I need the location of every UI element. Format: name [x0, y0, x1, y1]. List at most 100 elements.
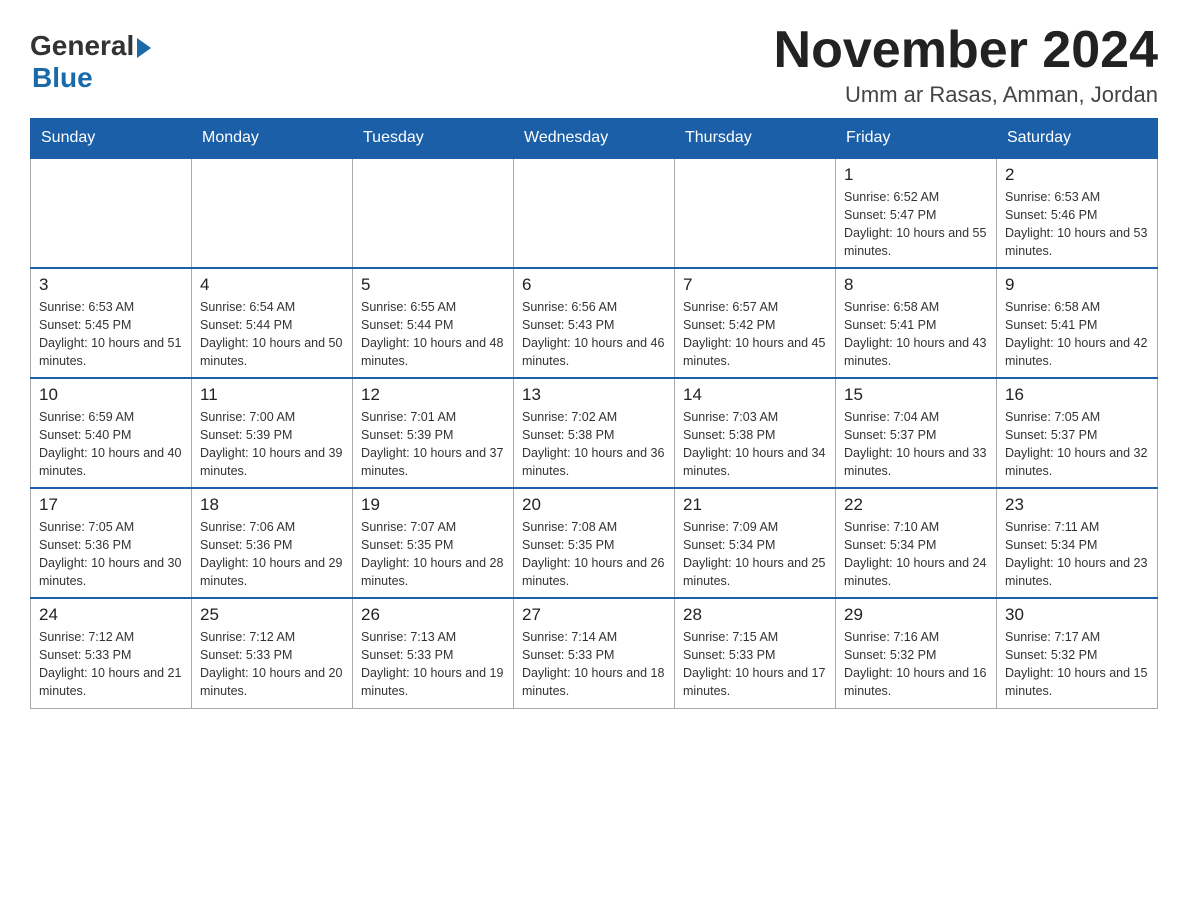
day-number: 25	[200, 605, 344, 625]
day-number: 21	[683, 495, 827, 515]
location-title: Umm ar Rasas, Amman, Jordan	[774, 82, 1158, 108]
day-number: 15	[844, 385, 988, 405]
day-number: 23	[1005, 495, 1149, 515]
day-info: Sunrise: 7:15 AMSunset: 5:33 PMDaylight:…	[683, 628, 827, 701]
calendar-cell: 16 Sunrise: 7:05 AMSunset: 5:37 PMDayligh…	[997, 378, 1158, 488]
day-number: 28	[683, 605, 827, 625]
day-info: Sunrise: 6:58 AMSunset: 5:41 PMDaylight:…	[1005, 298, 1149, 371]
day-number: 12	[361, 385, 505, 405]
day-number: 6	[522, 275, 666, 295]
day-number: 5	[361, 275, 505, 295]
calendar-cell: 18 Sunrise: 7:06 AMSunset: 5:36 PMDayligh…	[192, 488, 353, 598]
day-info: Sunrise: 7:06 AMSunset: 5:36 PMDaylight:…	[200, 518, 344, 591]
calendar-cell: 15 Sunrise: 7:04 AMSunset: 5:37 PMDayligh…	[836, 378, 997, 488]
calendar-cell	[31, 158, 192, 268]
month-title: November 2024	[774, 20, 1158, 80]
day-number: 11	[200, 385, 344, 405]
day-number: 7	[683, 275, 827, 295]
day-info: Sunrise: 7:16 AMSunset: 5:32 PMDaylight:…	[844, 628, 988, 701]
day-number: 9	[1005, 275, 1149, 295]
day-info: Sunrise: 7:03 AMSunset: 5:38 PMDaylight:…	[683, 408, 827, 481]
day-info: Sunrise: 6:56 AMSunset: 5:43 PMDaylight:…	[522, 298, 666, 371]
calendar-cell: 23 Sunrise: 7:11 AMSunset: 5:34 PMDayligh…	[997, 488, 1158, 598]
day-info: Sunrise: 6:54 AMSunset: 5:44 PMDaylight:…	[200, 298, 344, 371]
calendar-cell: 5 Sunrise: 6:55 AMSunset: 5:44 PMDaylight…	[353, 268, 514, 378]
calendar-cell: 21 Sunrise: 7:09 AMSunset: 5:34 PMDayligh…	[675, 488, 836, 598]
weekday-header: Sunday	[31, 119, 192, 159]
day-number: 22	[844, 495, 988, 515]
day-number: 24	[39, 605, 183, 625]
calendar-cell: 7 Sunrise: 6:57 AMSunset: 5:42 PMDaylight…	[675, 268, 836, 378]
calendar-cell	[353, 158, 514, 268]
calendar-cell: 3 Sunrise: 6:53 AMSunset: 5:45 PMDaylight…	[31, 268, 192, 378]
calendar-cell: 9 Sunrise: 6:58 AMSunset: 5:41 PMDaylight…	[997, 268, 1158, 378]
day-info: Sunrise: 7:12 AMSunset: 5:33 PMDaylight:…	[39, 628, 183, 701]
day-number: 8	[844, 275, 988, 295]
day-info: Sunrise: 6:59 AMSunset: 5:40 PMDaylight:…	[39, 408, 183, 481]
logo: General Blue	[30, 30, 151, 94]
day-number: 27	[522, 605, 666, 625]
calendar-week-row: 10 Sunrise: 6:59 AMSunset: 5:40 PMDayligh…	[31, 378, 1158, 488]
calendar-cell: 14 Sunrise: 7:03 AMSunset: 5:38 PMDayligh…	[675, 378, 836, 488]
calendar-week-row: 17Sunrise: 7:05 AMSunset: 5:36 PMDayligh…	[31, 488, 1158, 598]
day-number: 18	[200, 495, 344, 515]
day-number: 29	[844, 605, 988, 625]
calendar-week-row: 24 Sunrise: 7:12 AMSunset: 5:33 PMDayligh…	[31, 598, 1158, 708]
day-number: 26	[361, 605, 505, 625]
calendar-cell: 26 Sunrise: 7:13 AMSunset: 5:33 PMDayligh…	[353, 598, 514, 708]
day-info: Sunrise: 6:53 AMSunset: 5:45 PMDaylight:…	[39, 298, 183, 371]
calendar-cell: 19Sunrise: 7:07 AMSunset: 5:35 PMDayligh…	[353, 488, 514, 598]
calendar-cell	[675, 158, 836, 268]
day-info: Sunrise: 7:07 AMSunset: 5:35 PMDaylight:…	[361, 518, 505, 591]
weekday-header: Saturday	[997, 119, 1158, 159]
day-info: Sunrise: 7:05 AMSunset: 5:37 PMDaylight:…	[1005, 408, 1149, 481]
day-info: Sunrise: 7:13 AMSunset: 5:33 PMDaylight:…	[361, 628, 505, 701]
calendar-cell: 2 Sunrise: 6:53 AMSunset: 5:46 PMDaylight…	[997, 158, 1158, 268]
day-info: Sunrise: 7:12 AMSunset: 5:33 PMDaylight:…	[200, 628, 344, 701]
calendar-cell: 22Sunrise: 7:10 AMSunset: 5:34 PMDayligh…	[836, 488, 997, 598]
calendar-cell: 4 Sunrise: 6:54 AMSunset: 5:44 PMDaylight…	[192, 268, 353, 378]
logo-blue-text: Blue	[32, 62, 93, 94]
day-number: 16	[1005, 385, 1149, 405]
day-info: Sunrise: 7:04 AMSunset: 5:37 PMDaylight:…	[844, 408, 988, 481]
day-info: Sunrise: 7:17 AMSunset: 5:32 PMDaylight:…	[1005, 628, 1149, 701]
calendar-cell: 8 Sunrise: 6:58 AMSunset: 5:41 PMDaylight…	[836, 268, 997, 378]
calendar-cell: 29 Sunrise: 7:16 AMSunset: 5:32 PMDayligh…	[836, 598, 997, 708]
day-info: Sunrise: 6:57 AMSunset: 5:42 PMDaylight:…	[683, 298, 827, 371]
day-number: 30	[1005, 605, 1149, 625]
calendar-week-row: 1Sunrise: 6:52 AMSunset: 5:47 PMDaylight…	[31, 158, 1158, 268]
calendar-cell: 30 Sunrise: 7:17 AMSunset: 5:32 PMDayligh…	[997, 598, 1158, 708]
day-number: 3	[39, 275, 183, 295]
day-number: 20	[522, 495, 666, 515]
day-info: Sunrise: 7:05 AMSunset: 5:36 PMDaylight:…	[39, 518, 183, 591]
day-info: Sunrise: 7:02 AMSunset: 5:38 PMDaylight:…	[522, 408, 666, 481]
day-number: 2	[1005, 165, 1149, 185]
calendar-cell: 20Sunrise: 7:08 AMSunset: 5:35 PMDayligh…	[514, 488, 675, 598]
logo-general-text: General	[30, 30, 134, 62]
calendar-cell: 17Sunrise: 7:05 AMSunset: 5:36 PMDayligh…	[31, 488, 192, 598]
calendar-table: SundayMondayTuesdayWednesdayThursdayFrid…	[30, 118, 1158, 709]
weekday-header: Tuesday	[353, 119, 514, 159]
day-info: Sunrise: 7:14 AMSunset: 5:33 PMDaylight:…	[522, 628, 666, 701]
calendar-header-row: SundayMondayTuesdayWednesdayThursdayFrid…	[31, 119, 1158, 159]
day-number: 10	[39, 385, 183, 405]
calendar-cell: 13 Sunrise: 7:02 AMSunset: 5:38 PMDayligh…	[514, 378, 675, 488]
day-number: 4	[200, 275, 344, 295]
day-info: Sunrise: 6:55 AMSunset: 5:44 PMDaylight:…	[361, 298, 505, 371]
day-info: Sunrise: 6:53 AMSunset: 5:46 PMDaylight:…	[1005, 188, 1149, 261]
calendar-cell: 12 Sunrise: 7:01 AMSunset: 5:39 PMDayligh…	[353, 378, 514, 488]
calendar-cell: 27 Sunrise: 7:14 AMSunset: 5:33 PMDayligh…	[514, 598, 675, 708]
page-header: General Blue November 2024 Umm ar Rasas,…	[30, 20, 1158, 108]
weekday-header: Wednesday	[514, 119, 675, 159]
day-info: Sunrise: 7:09 AMSunset: 5:34 PMDaylight:…	[683, 518, 827, 591]
title-block: November 2024 Umm ar Rasas, Amman, Jorda…	[774, 20, 1158, 108]
day-number: 1	[844, 165, 988, 185]
day-info: Sunrise: 6:58 AMSunset: 5:41 PMDaylight:…	[844, 298, 988, 371]
day-info: Sunrise: 7:11 AMSunset: 5:34 PMDaylight:…	[1005, 518, 1149, 591]
weekday-header: Thursday	[675, 119, 836, 159]
day-info: Sunrise: 7:00 AMSunset: 5:39 PMDaylight:…	[200, 408, 344, 481]
day-number: 13	[522, 385, 666, 405]
day-info: Sunrise: 7:01 AMSunset: 5:39 PMDaylight:…	[361, 408, 505, 481]
day-number: 14	[683, 385, 827, 405]
logo-arrow-icon	[137, 38, 151, 58]
